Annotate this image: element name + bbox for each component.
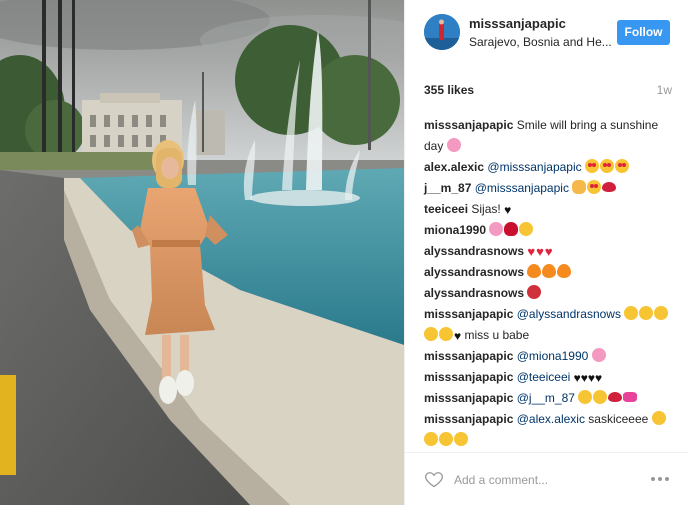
red-heart-emoji-icon: ♥ <box>536 244 544 259</box>
comment-item: misssanjapapic @miona1990 <box>424 346 674 367</box>
comment-username[interactable]: j__m_87 <box>424 181 471 195</box>
comment-footer <box>405 452 688 505</box>
hearteye-emoji-icon <box>599 159 614 173</box>
black-heart-emoji-icon: ♥ <box>504 203 512 217</box>
comment-item: misssanjapapic Smile will bring a sunshi… <box>424 115 674 157</box>
comment-username[interactable]: misssanjapapic <box>424 307 513 321</box>
hearteye-emoji-icon <box>584 159 599 173</box>
more-options-icon[interactable] <box>649 473 671 485</box>
comment-item: teeiceei Sijas! ♥ <box>424 199 674 220</box>
comment-username[interactable]: misssanjapapic <box>424 370 513 384</box>
comment-mention[interactable]: @misssanjapapic <box>475 181 569 195</box>
flower-emoji-icon <box>591 348 606 362</box>
smile-emoji-icon <box>639 306 654 320</box>
smile-emoji-icon <box>654 306 669 320</box>
comments-list: misssanjapapic Smile will bring a sunshi… <box>424 115 674 451</box>
comment-username[interactable]: alyssandrasnows <box>424 244 524 258</box>
post-author-username[interactable]: misssanjapapic <box>469 16 566 31</box>
fire-emoji-icon <box>557 264 572 278</box>
comment-mention[interactable]: @teeiceei <box>517 370 571 384</box>
follow-button[interactable]: Follow <box>617 20 670 45</box>
avatar[interactable] <box>424 14 460 50</box>
smile-emoji-icon <box>624 306 639 320</box>
comment-username[interactable]: alyssandrasnows <box>424 286 524 300</box>
smile-emoji-icon <box>424 432 438 446</box>
devil-emoji-icon <box>527 285 542 299</box>
comment-username[interactable]: miona1990 <box>424 223 486 237</box>
comment-item: alyssandrasnows <box>424 283 674 304</box>
hearteye-emoji-icon <box>614 159 629 173</box>
red-heart-emoji-icon: ♥ <box>544 244 553 259</box>
comment-item: alyssandrasnows <box>424 262 674 283</box>
smile-emoji-icon <box>593 390 608 404</box>
lips-emoji-icon <box>608 392 623 402</box>
flower-emoji-icon <box>446 138 461 152</box>
comment-item: miona1990 <box>424 220 674 241</box>
comment-mention[interactable]: @alex.alexic <box>517 412 585 426</box>
post-header: misssanjapapic Sarajevo, Bosnia and He..… <box>405 0 688 66</box>
rose-emoji-icon <box>504 222 519 236</box>
smile-emoji-icon <box>578 390 593 404</box>
likes-row: 355 likes 1w <box>424 83 672 99</box>
comment-mention[interactable]: @alyssandrasnows <box>517 307 621 321</box>
black-heart-emoji-icon: ♥ <box>595 371 603 385</box>
comment-mention[interactable]: @misssanjapapic <box>487 160 581 174</box>
black-heart-emoji-icon: ♥ <box>580 371 588 385</box>
post-side-panel: misssanjapapic Sarajevo, Bosnia and He..… <box>404 0 688 505</box>
fire-emoji-icon <box>527 264 542 278</box>
comment-item: misssanjapapic @teeiceei ♥♥♥♥ <box>424 367 674 388</box>
black-heart-emoji-icon: ♥ <box>573 371 581 385</box>
comment-input[interactable] <box>454 471 634 489</box>
hearteye-emoji-icon <box>587 180 602 194</box>
comment-mention[interactable]: @miona1990 <box>517 349 589 363</box>
comment-text: miss u babe <box>461 328 530 342</box>
comment-username[interactable]: alex.alexic <box>424 160 484 174</box>
comment-item: misssanjapapic @j__m_87 <box>424 388 674 409</box>
smile-emoji-icon <box>651 411 666 425</box>
comment-username[interactable]: misssanjapapic <box>424 391 513 405</box>
heart-outline-icon[interactable] <box>424 469 444 489</box>
post-age[interactable]: 1w <box>657 83 672 97</box>
comment-item: misssanjapapic @alyssandrasnows ♥ miss u… <box>424 304 674 346</box>
comment-item: j__m_87 @misssanjapapic <box>424 178 674 199</box>
comment-item: alyssandrasnows ♥♥♥ <box>424 241 674 262</box>
comment-username[interactable]: misssanjapapic <box>424 118 513 132</box>
photo-scene <box>0 0 404 505</box>
smile-emoji-icon <box>454 432 468 446</box>
smile-emoji-icon <box>439 432 453 446</box>
likes-count[interactable]: 355 likes <box>424 83 474 97</box>
comment-text: Sijas! <box>471 202 505 216</box>
bow-emoji-icon <box>623 392 638 402</box>
flower-emoji-icon <box>489 222 504 236</box>
fire-emoji-icon <box>542 264 557 278</box>
lips-emoji-icon <box>602 182 617 192</box>
smile-emoji-icon <box>424 327 438 341</box>
smile-emoji-icon <box>519 222 534 236</box>
black-heart-emoji-icon: ♥ <box>587 371 595 385</box>
comment-mention[interactable]: @j__m_87 <box>517 391 575 405</box>
red-heart-emoji-icon: ♥ <box>527 244 536 259</box>
comment-username[interactable]: alyssandrasnows <box>424 265 524 279</box>
avatar-photo <box>424 14 460 50</box>
post-photo[interactable] <box>0 0 404 505</box>
post-location[interactable]: Sarajevo, Bosnia and He... <box>469 35 619 49</box>
comment-item: alex.alexic @misssanjapapic <box>424 157 674 178</box>
comment-item: misssanjapapic @alex.alexic saskiceeee <box>424 409 674 451</box>
comment-text: saskiceeee <box>584 412 652 426</box>
smile-emoji-icon <box>439 327 453 341</box>
ok-emoji-icon <box>572 180 587 194</box>
comment-username[interactable]: misssanjapapic <box>424 412 513 426</box>
comment-username[interactable]: misssanjapapic <box>424 349 513 363</box>
comment-username[interactable]: teeiceei <box>424 202 468 216</box>
